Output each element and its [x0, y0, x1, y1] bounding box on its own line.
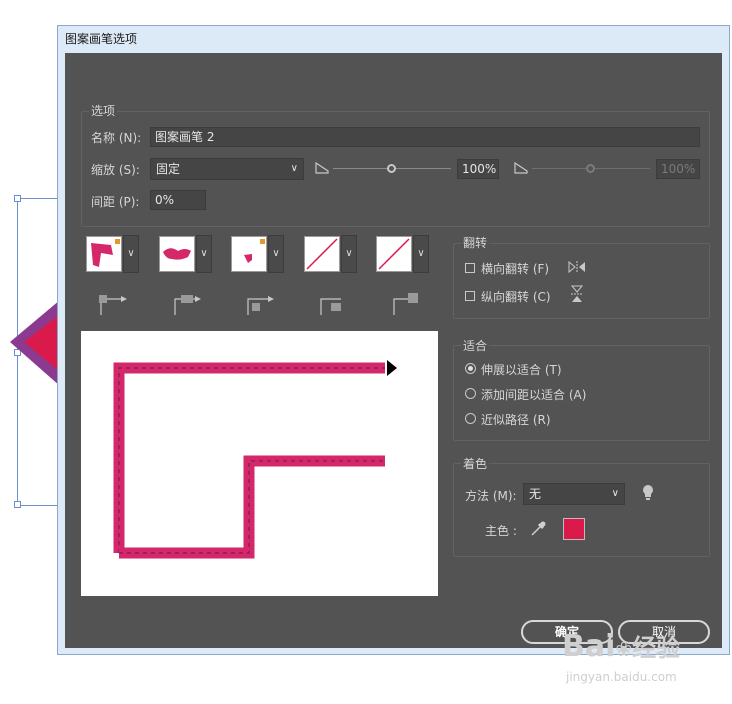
side-tile-preview	[91, 239, 120, 267]
eyedropper-icon[interactable]	[529, 520, 547, 538]
fit-group-label: 适合	[461, 337, 490, 354]
spacing-label: 间距 (P):	[91, 195, 140, 209]
fit-stretch-label: 伸展以适合 (T)	[481, 363, 562, 377]
spacing-input[interactable]: 0%	[150, 190, 206, 210]
flip-vertical-checkbox[interactable]	[465, 291, 475, 301]
start-tile[interactable]	[304, 236, 340, 272]
fit-add-space-label: 添加间距以适合 (A)	[481, 388, 587, 402]
watermark-paw-icon: ❀	[615, 637, 633, 661]
scale-label: 缩放 (S):	[91, 163, 140, 177]
method-label: 方法 (M):	[465, 489, 517, 503]
scale-max-icon	[514, 161, 528, 174]
watermark-brand: Bai	[562, 629, 616, 664]
selection-handle	[14, 195, 21, 202]
name-input-value: 图案画笔 2	[155, 130, 215, 144]
flip-vertical-label: 纵向翻转 (C)	[481, 290, 551, 304]
flip-horizontal-checkbox[interactable]	[465, 263, 475, 273]
options-group-label: 选项	[89, 102, 118, 119]
dialog-panel: 选项 名称 (N): 图案画笔 2 缩放 (S): 固定 ∨ 100% 100%…	[65, 53, 722, 648]
window-title: 图案画笔选项	[65, 32, 138, 46]
scale-percent-input[interactable]: 100%	[457, 159, 499, 179]
key-color-swatch[interactable]	[563, 518, 585, 540]
brush-preview-stroke	[113, 360, 397, 559]
brush-preview	[81, 331, 438, 596]
scale-max-percent-value: 100%	[661, 162, 696, 176]
scale-max-slider-knob	[586, 164, 595, 173]
start-tile-dropdown[interactable]: ∨	[341, 235, 357, 273]
selection-handle	[14, 501, 21, 508]
flip-horizontal-label: 横向翻转 (F)	[481, 262, 550, 276]
watermark-logo: Bai❀经验	[562, 628, 680, 664]
outer-corner-tile-type-icon	[174, 295, 201, 315]
watermark-url: jingyan.baidu.com	[566, 670, 677, 684]
chevron-down-icon: ∨	[611, 488, 619, 499]
side-tile[interactable]	[86, 236, 122, 272]
chevron-down-icon: ∨	[290, 163, 298, 174]
outer-corner-tile-preview	[163, 248, 191, 260]
fit-approximate-path-radio[interactable]	[465, 413, 476, 424]
inner-corner-tile-type-icon	[247, 296, 274, 315]
outer-corner-tile[interactable]	[159, 236, 195, 272]
scale-select[interactable]: 固定 ∨	[150, 158, 304, 180]
outer-corner-tile-dropdown[interactable]: ∨	[196, 235, 212, 273]
fit-approximate-path-label: 近似路径 (R)	[481, 413, 551, 427]
chevron-down-icon: ∨	[345, 248, 353, 259]
lightbulb-tip-icon[interactable]	[642, 484, 654, 502]
inner-corner-tile-preview	[244, 239, 265, 263]
end-tile-dropdown[interactable]: ∨	[413, 235, 429, 273]
fit-add-space-radio[interactable]	[465, 388, 476, 399]
chevron-down-icon: ∨	[200, 248, 208, 259]
key-color-label: 主色 :	[485, 524, 517, 538]
name-label: 名称 (N):	[91, 131, 142, 145]
scale-max-percent-input: 100%	[656, 159, 700, 179]
name-input[interactable]: 图案画笔 2	[150, 127, 700, 147]
scale-select-value: 固定	[156, 162, 181, 176]
side-tile-dropdown[interactable]: ∨	[123, 235, 139, 273]
scale-min-icon	[315, 161, 329, 174]
spacing-input-value: 0%	[155, 193, 175, 207]
chevron-down-icon: ∨	[417, 248, 425, 259]
inner-corner-tile-dropdown[interactable]: ∨	[268, 235, 284, 273]
flip-vertical-icon	[570, 285, 584, 302]
flip-group	[453, 243, 710, 319]
chevron-down-icon: ∨	[272, 248, 280, 259]
flip-horizontal-icon	[568, 260, 585, 274]
title-bar: 图案画笔选项	[58, 26, 729, 52]
chevron-down-icon: ∨	[127, 248, 135, 259]
end-tile[interactable]	[376, 236, 412, 272]
side-tile-type-icon	[99, 295, 127, 315]
scale-percent-value: 100%	[462, 162, 497, 176]
colorization-group	[453, 463, 710, 557]
flip-group-label: 翻转	[461, 234, 490, 251]
method-select[interactable]: 无 ∨	[523, 483, 625, 505]
start-tile-type-icon	[320, 298, 341, 315]
colorization-group-label: 着色	[461, 455, 490, 472]
scale-slider-knob[interactable]	[387, 164, 396, 173]
fit-stretch-radio[interactable]	[465, 363, 476, 374]
pattern-brush-options-dialog: 图案画笔选项 选项 名称 (N): 图案画笔 2 缩放 (S): 固定 ∨ 10…	[57, 25, 730, 655]
end-tile-type-icon	[393, 293, 418, 315]
start-tile-none-icon	[306, 238, 338, 270]
end-tile-none-icon	[378, 238, 410, 270]
inner-corner-tile[interactable]	[231, 236, 267, 272]
method-select-value: 无	[529, 487, 542, 501]
watermark-brand-suffix: 经验	[632, 634, 681, 662]
